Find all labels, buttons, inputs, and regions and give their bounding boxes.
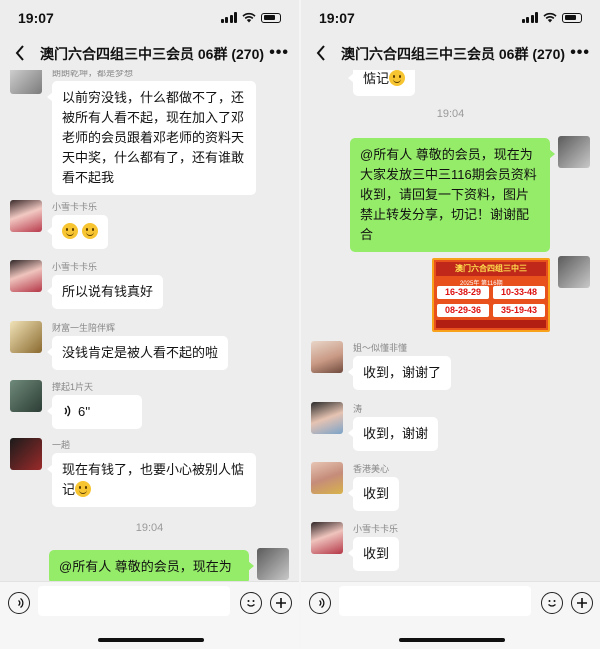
avatar[interactable] xyxy=(311,341,343,373)
avatar[interactable] xyxy=(311,522,343,554)
status-bar: 19:07 xyxy=(0,0,299,36)
chat-header: 澳门六合四组三中三会员 06群 (270) ••• xyxy=(0,36,299,70)
home-indicator xyxy=(98,638,204,642)
message-input[interactable] xyxy=(339,586,531,616)
sender-name: 财富一生陪伴辉 xyxy=(52,323,116,333)
avatar[interactable] xyxy=(10,321,42,353)
message-bubble[interactable]: 收到 xyxy=(347,537,400,571)
smiley-icon xyxy=(247,600,255,607)
message-input[interactable] xyxy=(38,586,230,616)
sender-name: 小雪卡卡乐 xyxy=(353,524,399,534)
plus-icon xyxy=(577,598,587,608)
avatar[interactable] xyxy=(10,70,42,94)
sender-name: 小雪卡卡乐 xyxy=(52,202,98,212)
grinning-emoji-icon xyxy=(81,223,98,239)
grinning-emoji-icon xyxy=(62,223,78,239)
status-icons xyxy=(521,12,582,23)
back-button[interactable] xyxy=(10,42,30,64)
wifi-icon xyxy=(543,12,557,23)
voice-icon xyxy=(319,597,325,609)
sender-name: 涛 xyxy=(353,404,363,414)
emoji-button[interactable] xyxy=(240,592,262,614)
message-bubble[interactable]: @所有人 尊敬的会员，现在为 xyxy=(49,550,254,581)
message-bubble[interactable]: 收到 xyxy=(347,477,400,511)
message-bubble[interactable]: 收到，谢谢 xyxy=(347,417,439,451)
input-bar xyxy=(0,581,299,649)
plus-icon xyxy=(276,598,286,608)
left-chat-screen: 19:07 澳门六合四组三中三会员 06群 (270) ••• 朗朗乾坤，都是梦… xyxy=(0,0,299,649)
status-icons xyxy=(220,12,281,23)
smirk-emoji-icon xyxy=(389,70,406,86)
avatar[interactable] xyxy=(311,462,343,494)
status-time: 19:07 xyxy=(319,10,355,26)
avatar[interactable] xyxy=(10,380,42,412)
more-functions-button[interactable] xyxy=(270,592,292,614)
chat-title: 澳门六合四组三中三会员 06群 (270) xyxy=(40,46,265,62)
avatar[interactable] xyxy=(10,260,42,292)
message-bubble[interactable] xyxy=(47,215,108,249)
avatar[interactable] xyxy=(10,200,42,232)
sender-name: 香港美心 xyxy=(353,464,390,474)
message-bubble[interactable]: 所以说有钱真好 xyxy=(46,275,164,309)
avatar[interactable] xyxy=(257,548,289,580)
message-list[interactable]: 朗朗乾坤，都是梦想 以前穷没钱，什么都做不了，还被所有人看不起，现在加入了邓老师… xyxy=(0,70,299,581)
message-bubble[interactable]: 收到，谢谢了 xyxy=(347,356,452,390)
voice-icon xyxy=(18,597,24,609)
message-bubble[interactable]: 以前穷没钱，什么都做不了，还被所有人看不起，现在加入了邓老师的会员跟着邓老师的资… xyxy=(47,81,256,195)
smiley-icon xyxy=(548,600,556,607)
poster-number-group: 16-38-29 xyxy=(437,286,489,299)
status-time: 19:07 xyxy=(18,10,54,26)
message-bubble[interactable]: 惦记 xyxy=(347,70,416,96)
chevron-left-icon xyxy=(15,45,24,61)
back-button[interactable] xyxy=(311,42,331,64)
sender-name: 姐～似懂非懂 xyxy=(353,343,408,353)
avatar[interactable] xyxy=(558,256,590,288)
poster-number-group: 10-33-48 xyxy=(493,286,545,299)
home-indicator xyxy=(399,638,505,642)
message-timestamp: 19:04 xyxy=(436,108,465,120)
voice-message-bubble[interactable]: 6'' xyxy=(47,395,142,429)
lottery-poster-image[interactable]: 澳门六合四组三中三 2025年 第116期 16-38-29 10-33-48 … xyxy=(432,258,550,332)
sender-name: 一趟 xyxy=(52,440,71,450)
poster-number-group: 35-19-43 xyxy=(493,304,545,317)
sender-name: 朗朗乾坤，都是梦想 xyxy=(52,70,134,78)
smirk-emoji-icon xyxy=(75,481,92,497)
more-options-button[interactable]: ••• xyxy=(570,44,590,62)
message-bubble[interactable]: 没钱肯定是被人看不起的啦 xyxy=(46,336,229,370)
battery-icon xyxy=(261,12,281,23)
wifi-icon xyxy=(242,12,256,23)
message-list[interactable]: 惦记 19:04 @所有人 尊敬的会员，现在为大家发放三中三116期会员资料收到… xyxy=(301,70,600,581)
message-timestamp: 19:04 xyxy=(135,522,164,534)
voice-wave-icon xyxy=(64,405,71,417)
poster-footer xyxy=(436,320,546,328)
avatar[interactable] xyxy=(10,438,42,470)
status-bar: 19:07 xyxy=(301,0,600,36)
voice-input-button[interactable] xyxy=(8,592,30,614)
avatar[interactable] xyxy=(558,136,590,168)
voice-input-button[interactable] xyxy=(309,592,331,614)
cellular-signal-icon xyxy=(521,12,538,23)
chat-header: 澳门六合四组三中三会员 06群 (270) ••• xyxy=(301,36,600,70)
chat-title: 澳门六合四组三中三会员 06群 (270) xyxy=(341,46,566,62)
announcement-bubble[interactable]: @所有人 尊敬的会员，现在为大家发放三中三116期会员资料收到，请回复一下资料，… xyxy=(350,138,555,252)
chevron-left-icon xyxy=(316,45,325,61)
sender-name: 撑起1片天 xyxy=(52,382,94,392)
voice-duration: 6'' xyxy=(78,404,91,419)
more-options-button[interactable]: ••• xyxy=(269,44,289,62)
message-bubble[interactable]: 现在有钱了，也要小心被别人惦记 xyxy=(47,453,256,507)
more-functions-button[interactable] xyxy=(571,592,593,614)
right-chat-screen: 19:07 澳门六合四组三中三会员 06群 (270) ••• 惦记 19:04… xyxy=(301,0,600,649)
input-bar xyxy=(301,581,600,649)
sender-name: 小雪卡卡乐 xyxy=(52,262,98,272)
avatar[interactable] xyxy=(311,402,343,434)
cellular-signal-icon xyxy=(220,12,237,23)
poster-title: 澳门六合四组三中三 xyxy=(436,262,546,276)
poster-number-group: 08-29-36 xyxy=(437,304,489,317)
emoji-button[interactable] xyxy=(541,592,563,614)
battery-icon xyxy=(562,12,582,23)
